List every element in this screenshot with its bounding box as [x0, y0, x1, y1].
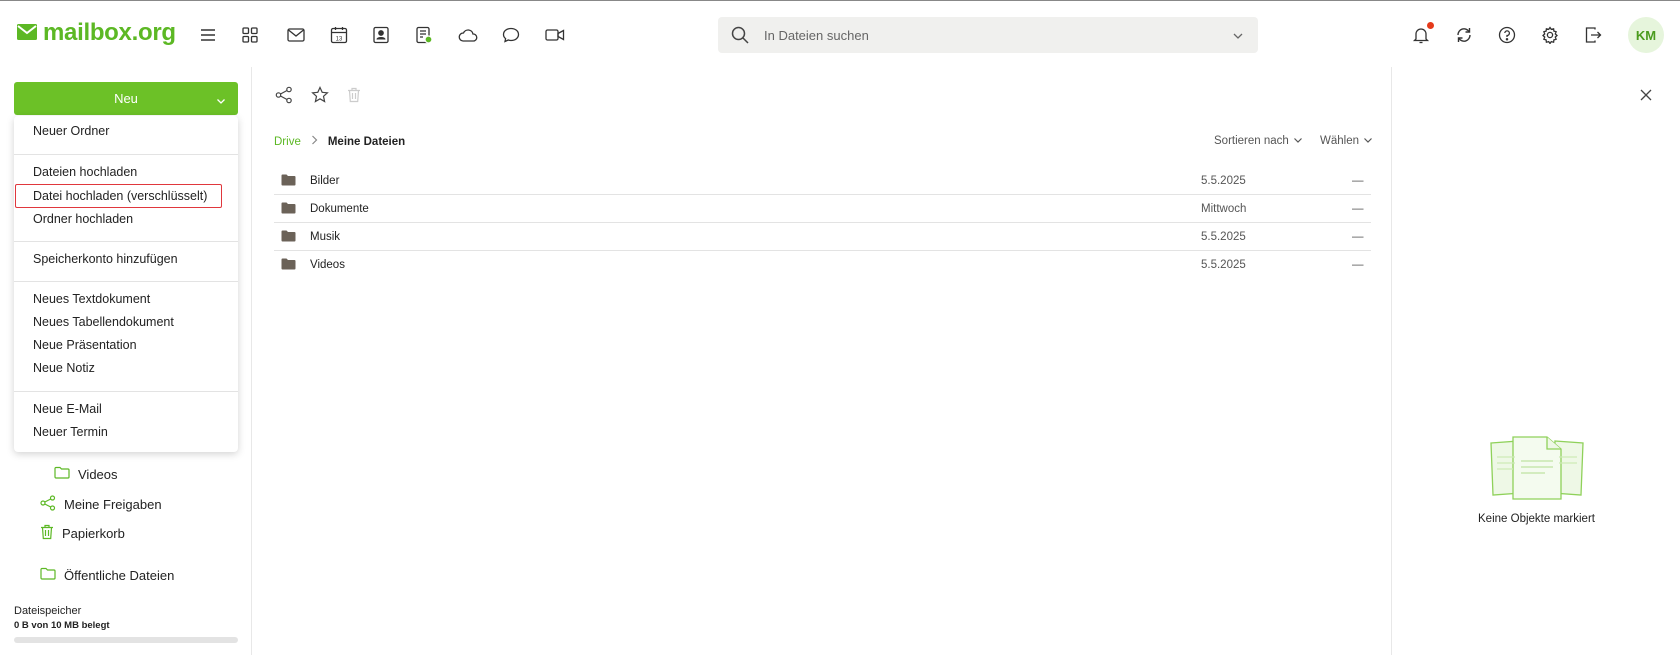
storage-usage: 0 B von 10 MB belegt	[14, 620, 110, 631]
sort-dropdown[interactable]: Sortieren nach	[1214, 135, 1303, 147]
table-row[interactable]: Videos 5.5.2025 —	[274, 251, 1371, 279]
file-list: Bilder 5.5.2025 — Dokumente Mittwoch — M…	[274, 167, 1371, 279]
apps-icon[interactable]	[239, 24, 261, 46]
file-size: —	[1352, 203, 1364, 215]
folder-icon	[54, 466, 70, 482]
sidebar-item-shares[interactable]: Meine Freigaben	[40, 495, 162, 514]
file-size: —	[1352, 175, 1364, 187]
new-button[interactable]: Neu	[14, 82, 238, 115]
storage-progress-bar	[14, 637, 238, 643]
file-name: Videos	[310, 259, 345, 271]
star-icon[interactable]	[311, 86, 329, 107]
calendar-icon[interactable]: 13	[328, 24, 350, 46]
select-label: Wählen	[1320, 135, 1359, 147]
brand-logo[interactable]: mailbox.org	[17, 19, 176, 47]
chevron-right-icon	[311, 135, 318, 148]
table-row[interactable]: Bilder 5.5.2025 —	[274, 167, 1371, 195]
breadcrumb-root[interactable]: Drive	[274, 136, 301, 148]
storage-title: Dateispeicher	[14, 605, 82, 617]
menu-item-add-storage-account[interactable]: Speicherkonto hinzufügen	[33, 252, 178, 266]
logo-mail-icon	[17, 23, 37, 43]
contacts-icon[interactable]	[370, 24, 392, 46]
refresh-icon[interactable]	[1453, 24, 1475, 46]
empty-selection-text: Keine Objekte markiert	[1478, 513, 1595, 525]
sidebar-item-public-files[interactable]: Öffentliche Dateien	[40, 567, 174, 583]
menu-item-upload-encrypted[interactable]: Datei hochladen (verschlüsselt)	[33, 189, 207, 203]
file-toolbar	[275, 86, 361, 107]
folder-icon	[281, 202, 296, 217]
folder-icon	[281, 230, 296, 245]
table-row[interactable]: Musik 5.5.2025 —	[274, 223, 1371, 251]
trash-icon	[347, 87, 361, 106]
file-name: Musik	[310, 231, 341, 243]
sidebar-item-label: Öffentliche Dateien	[64, 567, 175, 583]
drive-icon[interactable]	[457, 24, 479, 46]
mail-icon[interactable]	[285, 24, 307, 46]
menu-item-new-appointment[interactable]: Neuer Termin	[33, 425, 108, 439]
file-size: —	[1352, 231, 1364, 243]
menu-item-new-spreadsheet[interactable]: Neues Tabellendokument	[33, 315, 174, 329]
sidebar-item-label: Videos	[78, 466, 118, 482]
file-name: Bilder	[310, 175, 340, 187]
sidebar-item-videos[interactable]: Videos	[54, 466, 118, 482]
search-icon	[730, 25, 750, 48]
tasks-icon[interactable]	[413, 24, 435, 46]
detail-panel: Keine Objekte markiert	[1391, 67, 1680, 655]
breadcrumb: Drive Meine Dateien	[274, 135, 405, 148]
search-input[interactable]: In Dateien suchen	[718, 17, 1258, 53]
file-date: 5.5.2025	[1201, 259, 1246, 271]
notification-badge	[1427, 22, 1434, 29]
new-dropdown-menu: Neuer Ordner Dateien hochladen Datei hoc…	[14, 116, 238, 452]
menu-divider	[14, 391, 238, 392]
menu-divider	[14, 154, 238, 155]
menu-icon[interactable]	[197, 24, 219, 46]
sidebar-item-label: Papierkorb	[62, 526, 125, 541]
top-bar: mailbox.org 13 In Dateien suchen KM	[0, 1, 1680, 67]
chat-icon[interactable]	[500, 24, 522, 46]
menu-item-new-folder[interactable]: Neuer Ordner	[33, 124, 109, 138]
menu-divider	[14, 241, 238, 242]
table-row[interactable]: Dokumente Mittwoch —	[274, 195, 1371, 223]
folder-icon	[281, 258, 296, 273]
file-date: 5.5.2025	[1201, 175, 1246, 187]
new-button-label: Neu	[114, 91, 138, 106]
help-icon[interactable]	[1496, 24, 1518, 46]
chevron-down-icon	[216, 93, 226, 108]
search-options-chevron-icon[interactable]	[1232, 28, 1244, 43]
menu-item-upload-folder[interactable]: Ordner hochladen	[33, 212, 133, 226]
svg-text:13: 13	[336, 37, 343, 43]
file-date: Mittwoch	[1201, 203, 1247, 215]
menu-item-upload-files[interactable]: Dateien hochladen	[33, 165, 137, 179]
search-placeholder: In Dateien suchen	[764, 28, 869, 43]
menu-item-new-presentation[interactable]: Neue Präsentation	[33, 338, 137, 352]
brand-name: mailbox.org	[43, 19, 176, 46]
documents-illustration-icon	[1485, 435, 1589, 504]
share-icon	[40, 495, 56, 514]
close-icon[interactable]	[1640, 89, 1652, 104]
sidebar-item-label: Meine Freigaben	[64, 497, 162, 512]
settings-icon[interactable]	[1539, 24, 1561, 46]
video-icon[interactable]	[544, 24, 566, 46]
folder-icon	[40, 567, 56, 583]
select-dropdown[interactable]: Wählen	[1320, 135, 1373, 147]
breadcrumb-current: Meine Dateien	[327, 135, 406, 148]
sort-label: Sortieren nach	[1214, 135, 1289, 147]
menu-divider	[14, 281, 238, 282]
menu-item-new-email[interactable]: Neue E-Mail	[33, 402, 102, 416]
menu-item-new-note[interactable]: Neue Notiz	[33, 361, 95, 375]
share-icon[interactable]	[275, 86, 293, 107]
folder-icon	[281, 174, 296, 189]
sidebar-item-trash[interactable]: Papierkorb	[40, 524, 125, 543]
menu-item-new-text-document[interactable]: Neues Textdokument	[33, 292, 150, 306]
avatar[interactable]: KM	[1628, 17, 1664, 53]
chevron-down-icon	[1293, 135, 1303, 147]
chevron-down-icon	[1363, 135, 1373, 147]
file-date: 5.5.2025	[1201, 231, 1246, 243]
trash-icon	[40, 524, 54, 543]
file-name: Dokumente	[310, 203, 369, 215]
logout-icon[interactable]	[1582, 24, 1604, 46]
file-size: —	[1352, 259, 1364, 271]
